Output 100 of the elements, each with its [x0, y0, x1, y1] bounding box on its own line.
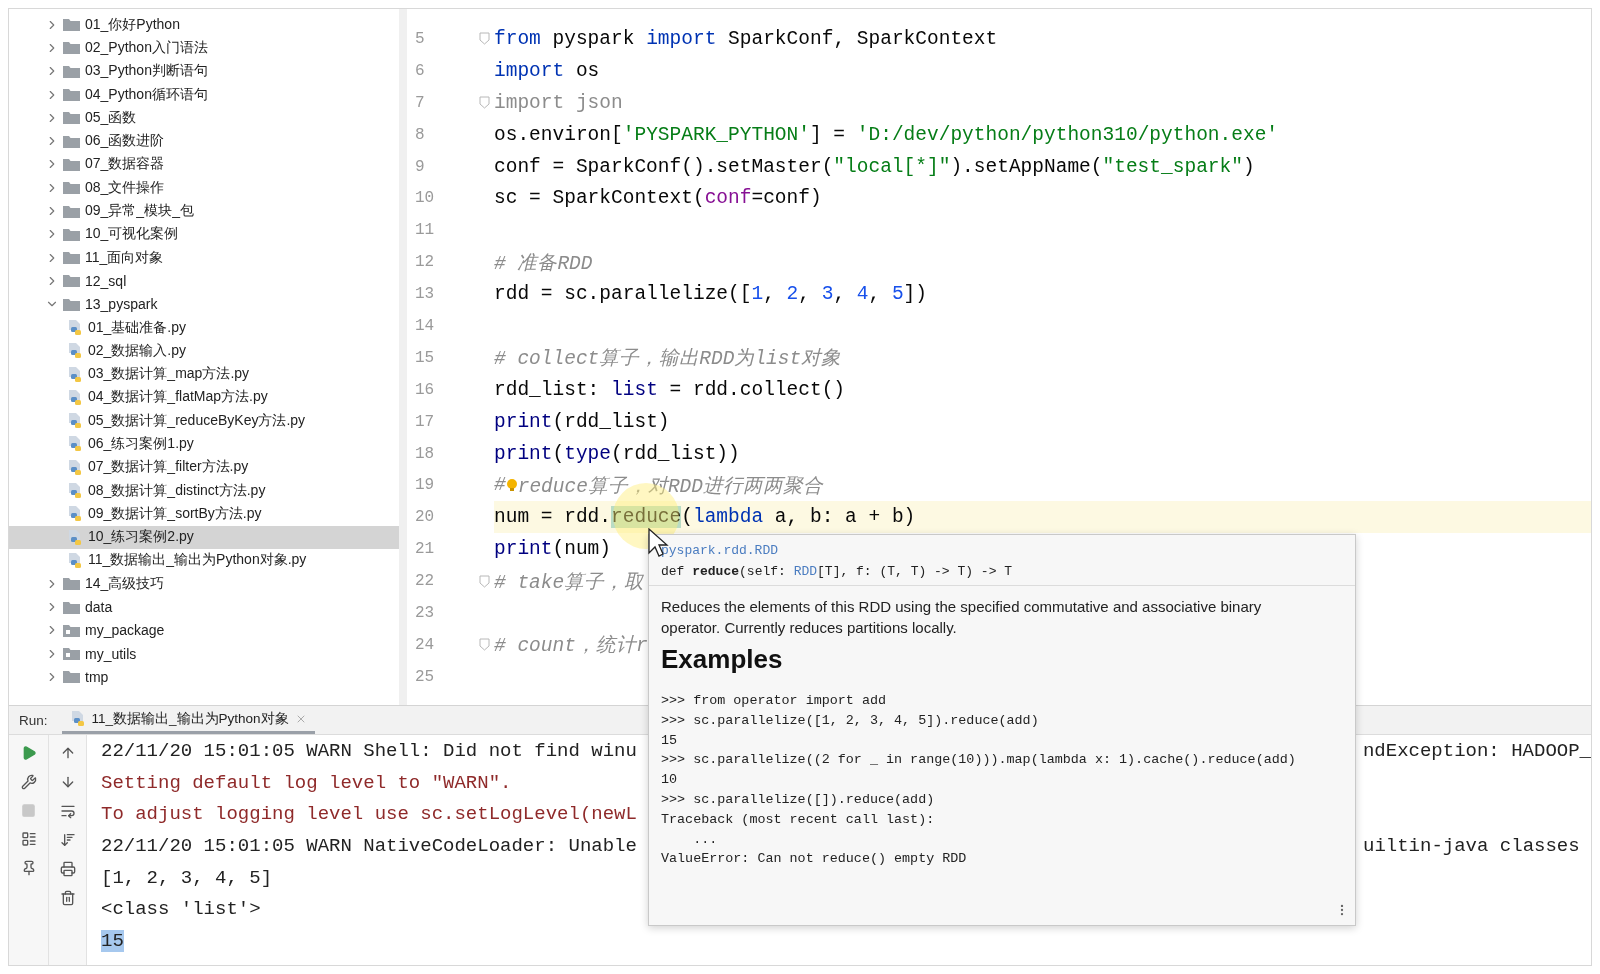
python-file-icon: [67, 505, 83, 523]
tree-row[interactable]: 12_sql: [9, 269, 399, 293]
package-folder-icon: [63, 623, 80, 637]
module-link[interactable]: pyspark.rdd.RDD: [661, 543, 779, 558]
code-line: # collect算子，输出RDD为list对象: [494, 347, 842, 372]
tree-item-label: 05_函数: [85, 108, 137, 127]
folder-icon: [63, 157, 80, 171]
tree-item-label: 04_Python循环语句: [85, 85, 208, 104]
folder-icon: [63, 88, 80, 102]
python-file-icon: [67, 319, 83, 336]
example-code-line: 10: [661, 771, 678, 790]
tree-row[interactable]: 08_数据计算_distinct方法.py: [9, 478, 399, 503]
wrench-icon[interactable]: [20, 774, 37, 790]
line-number: 9: [414, 157, 426, 176]
line-number: 21: [414, 540, 436, 559]
tree-row[interactable]: 03_Python判断语句: [9, 59, 399, 83]
tree-row[interactable]: 07_数据容器: [9, 152, 399, 177]
tree-item-label: 04_数据计算_flatMap方法.py: [88, 388, 268, 407]
code-line: print(rdd_list): [494, 410, 670, 433]
soft-wrap-icon[interactable]: [59, 803, 76, 819]
code-line: os.environ['PYSPARK_PYTHON'] = 'D:/dev/python/python310/python.exe': [494, 123, 1279, 146]
tree-row[interactable]: 04_Python循环语句: [9, 82, 399, 107]
folder-icon: [63, 111, 80, 125]
code-line: # count，统计r: [494, 634, 648, 659]
code-line: print(num): [494, 538, 612, 561]
example-code-line: >>> from operator import add: [661, 692, 886, 710]
code-line: conf = SparkConf().setMaster("local[*]").setAppName("test_spark"): [494, 155, 1255, 178]
tree-item-label: 06_练习案例1.py: [88, 435, 194, 453]
tree-item-label: 11_面向对象: [85, 248, 164, 267]
tree-row[interactable]: my_utils: [9, 642, 399, 666]
tree-row[interactable]: 06_函数进阶: [9, 129, 399, 153]
tree-row[interactable]: 06_练习案例1.py: [9, 432, 399, 456]
tree-row[interactable]: 03_数据计算_map方法.py: [9, 362, 399, 386]
python-file-icon: [69, 710, 86, 727]
code-line: sc = SparkContext(conf=conf): [494, 187, 822, 210]
tree-row[interactable]: 05_函数: [9, 106, 399, 130]
code-line: from pyspark import SparkConf, SparkContext: [494, 27, 998, 50]
tree-row[interactable]: 01_基础准备.py: [9, 315, 399, 340]
python-file-icon: [67, 551, 83, 569]
code-line: rdd = sc.parallelize([1, 2, 3, 4, 5]): [494, 283, 927, 306]
tree-item-label: 10_可视化案例: [85, 225, 179, 244]
tree-row[interactable]: 10_练习案例2.py: [9, 525, 399, 549]
line-number: 6: [414, 61, 426, 80]
folder-icon: [63, 227, 80, 241]
folder-icon: [63, 41, 80, 55]
tree-row[interactable]: data: [9, 595, 399, 619]
print-icon[interactable]: [59, 861, 76, 877]
tree-item-label: 08_数据计算_distinct方法.py: [88, 481, 266, 500]
console-line: <class 'list'>: [101, 898, 261, 921]
tree-item-label: 01_基础准备.py: [88, 318, 187, 337]
tree-row[interactable]: 04_数据计算_flatMap方法.py: [9, 385, 399, 410]
line-number: 7: [414, 93, 426, 112]
line-number: 10: [414, 189, 436, 208]
tree-item-label: 02_Python入门语法: [85, 38, 208, 57]
tree-row[interactable]: 08_文件操作: [9, 176, 399, 200]
tree-row[interactable]: tmp: [9, 665, 399, 689]
tree-item-label: my_utils: [85, 645, 137, 662]
line-number: 5: [414, 29, 426, 48]
tree-row[interactable]: 14_高级技巧: [9, 572, 399, 596]
run-tab[interactable]: 11_数据输出_输出为Python对象: [61, 706, 315, 734]
console-line: Setting default log level to "WARN".: [101, 771, 512, 794]
console-line: ndException: HADOOP_: [1362, 739, 1591, 762]
tree-row[interactable]: my_package: [9, 618, 399, 642]
tree-row[interactable]: 01_你好Python: [9, 13, 399, 37]
python-file-icon: [67, 482, 83, 500]
line-number: 11: [414, 221, 436, 240]
example-code-line: ValueError: Can not reduce() empty RDD: [661, 850, 967, 869]
tree-row[interactable]: 02_数据输入.py: [9, 339, 399, 363]
tree-row[interactable]: 07_数据计算_filter方法.py: [9, 455, 399, 479]
tree-item-label: 02_数据输入.py: [88, 341, 187, 360]
scroll-to-end-icon[interactable]: [59, 832, 76, 848]
tree-item-label: 10_练习案例2.py: [88, 528, 194, 547]
folder-icon: [63, 251, 80, 265]
line-number: 23: [414, 603, 436, 622]
line-number: 22: [414, 572, 436, 591]
folder-icon: [63, 204, 80, 218]
console-line: uiltin-java classes: [1363, 834, 1580, 857]
trash-icon[interactable]: [59, 890, 76, 906]
tree-row[interactable]: 05_数据计算_reduceByKey方法.py: [9, 409, 399, 433]
function-signature: def reduce(self: RDD[T], f: (T, T) -> T) -> T: [661, 564, 1013, 579]
python-file-icon: [67, 388, 83, 406]
lightbulb-icon[interactable]: [505, 478, 518, 493]
layout-icon[interactable]: [20, 831, 37, 847]
tree-row[interactable]: 13_pyspark: [9, 292, 399, 316]
tree-row[interactable]: 02_Python入门语法: [9, 36, 399, 60]
fold-marker-icon[interactable]: [479, 32, 490, 46]
line-number: 15: [414, 348, 436, 367]
tree-row[interactable]: 09_异常_模块_包: [9, 199, 399, 223]
tree-row[interactable]: 11_面向对象: [9, 245, 399, 270]
tree-row[interactable]: 09_数据计算_sortBy方法.py: [9, 502, 399, 526]
tree-row[interactable]: 10_可视化案例: [9, 222, 399, 246]
example-code-line: >>> sc.parallelize([1, 2, 3, 4, 5]).reduce(add): [661, 711, 1039, 730]
line-number: 24: [414, 635, 436, 654]
fold-marker-icon[interactable]: [479, 574, 490, 588]
tree-row[interactable]: 11_数据输出_输出为Python对象.py: [9, 548, 399, 573]
tree-item-label: 03_数据计算_map方法.py: [88, 365, 250, 384]
fold-marker-icon[interactable]: [479, 638, 490, 652]
code-line: # take算子，取: [494, 570, 645, 595]
code-line: rdd_list: list = rdd.collect(): [494, 378, 846, 401]
fold-marker-icon[interactable]: [479, 96, 490, 110]
